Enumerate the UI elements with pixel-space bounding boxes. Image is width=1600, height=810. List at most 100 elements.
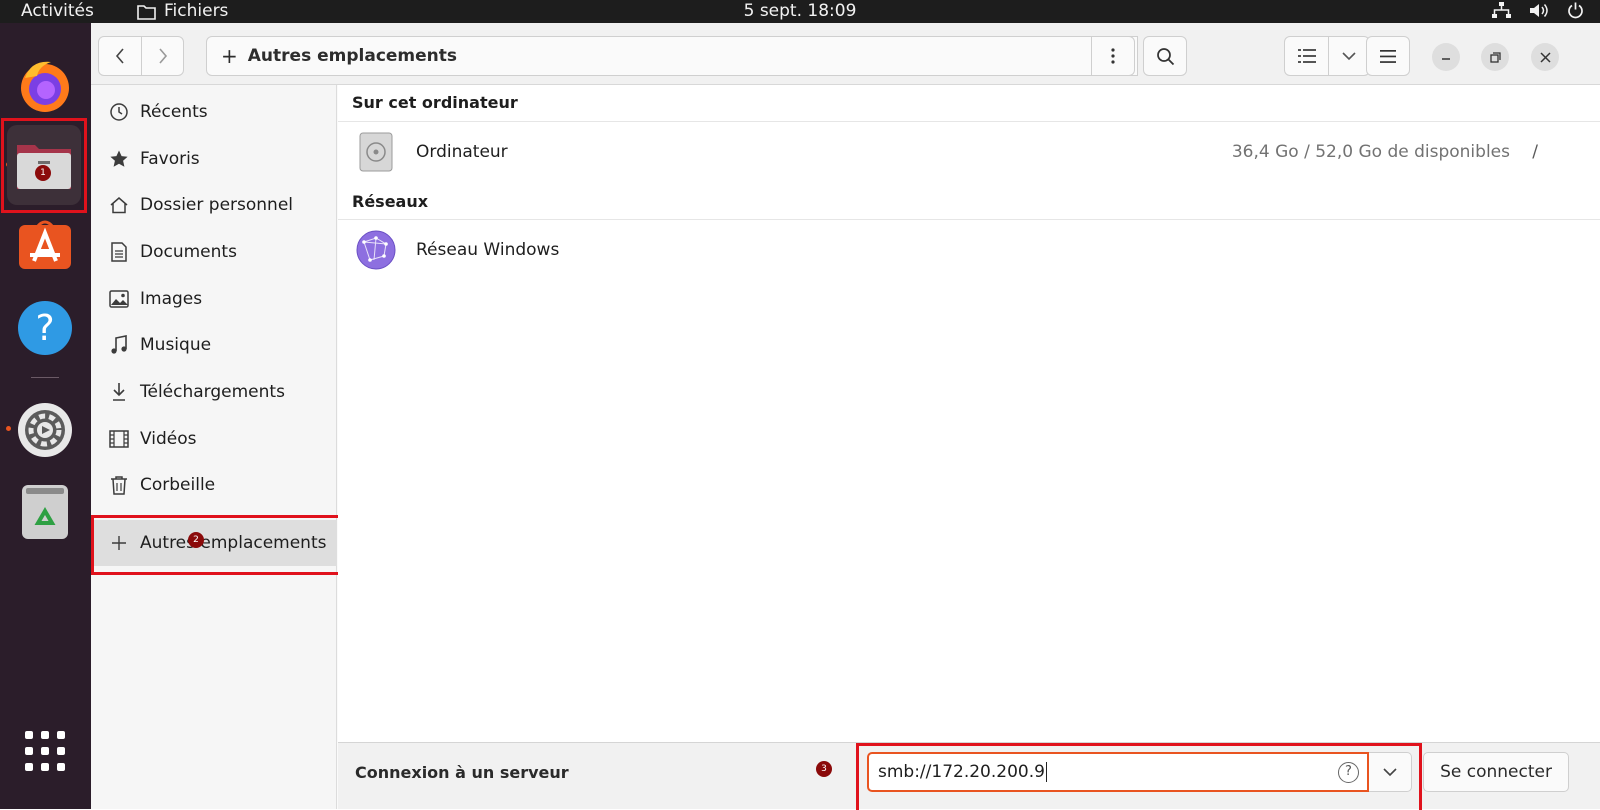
- image-icon: [109, 290, 129, 308]
- sidebar-item-recents[interactable]: Récents: [91, 89, 337, 135]
- server-address-input[interactable]: smb://172.20.200.9 ?: [867, 752, 1369, 792]
- firefox-icon: [21, 61, 69, 112]
- sidebar-item-label: Corbeille: [140, 475, 216, 495]
- kebab-menu-icon: [1111, 48, 1115, 64]
- path-label: Autres emplacements: [247, 46, 458, 66]
- trash-icon: [22, 485, 68, 539]
- forward-button[interactable]: [141, 36, 184, 76]
- chevron-right-icon: [158, 48, 167, 64]
- sidebar-item-label: Téléchargements: [140, 382, 285, 402]
- help-icon: ?: [18, 301, 72, 355]
- sidebar-item-label: Images: [140, 289, 203, 309]
- app-name: Fichiers: [164, 1, 229, 21]
- server-address-value: smb://172.20.200.9: [878, 762, 1045, 782]
- clock[interactable]: 5 sept. 18:09: [744, 1, 857, 21]
- sidebar-item-label: Vidéos: [140, 429, 197, 449]
- view-options-button[interactable]: [1328, 36, 1370, 76]
- list-view-icon: [1297, 49, 1316, 63]
- search-button[interactable]: [1143, 36, 1187, 76]
- location-computer[interactable]: Ordinateur 36,4 Go / 52,0 Go de disponib…: [338, 121, 1600, 183]
- help-launcher[interactable]: ?: [14, 297, 76, 359]
- annotation-badge-3: 3: [816, 761, 832, 777]
- svg-text:?: ?: [35, 308, 54, 349]
- firefox-launcher[interactable]: [14, 55, 76, 117]
- sidebar: Récents Favoris Dossier personnel Docume…: [91, 85, 342, 809]
- path-menu-button[interactable]: [1091, 36, 1135, 76]
- top-bar: Activités Fichiers 5 sept. 18:09: [0, 0, 1600, 23]
- header-bar: + Autres emplacements: [91, 23, 1600, 85]
- star-icon: [110, 150, 128, 167]
- main-menu-button[interactable]: [1366, 36, 1410, 76]
- sidebar-item-trash[interactable]: Corbeille: [91, 462, 337, 508]
- settings-running-indicator: [6, 426, 11, 431]
- hamburger-icon: [1380, 49, 1396, 63]
- sidebar-item-label: Favoris: [140, 149, 200, 169]
- music-icon: [111, 335, 127, 354]
- highlight-other-locations: [91, 515, 342, 575]
- close-icon: [1539, 51, 1551, 63]
- sidebar-item-videos[interactable]: Vidéos: [91, 416, 337, 462]
- main-content: Sur cet ordinateur Ordinateur 36,4 Go / …: [338, 85, 1600, 742]
- trash-icon: [111, 476, 127, 495]
- download-icon: [113, 383, 125, 401]
- sidebar-item-downloads[interactable]: Téléchargements: [91, 369, 337, 415]
- close-button[interactable]: [1531, 43, 1559, 71]
- connect-to-server-label: Connexion à un serveur: [355, 763, 569, 782]
- power-icon[interactable]: [1567, 2, 1584, 19]
- trash-launcher[interactable]: [14, 481, 76, 543]
- help-icon[interactable]: ?: [1338, 762, 1359, 783]
- annotation-badge-2: 2: [188, 532, 204, 548]
- video-icon: [109, 430, 129, 448]
- chevron-down-icon: [1342, 51, 1356, 60]
- show-apps-button[interactable]: [14, 720, 76, 782]
- location-name: Ordinateur: [416, 142, 508, 162]
- disk-space: 36,4 Go / 52,0 Go de disponibles: [1231, 142, 1510, 162]
- settings-launcher[interactable]: [14, 399, 76, 461]
- dock: 1 ?: [0, 23, 91, 809]
- dock-separator: [31, 377, 59, 378]
- app-grid-icon: [25, 731, 65, 771]
- annotation-badge-1: 1: [35, 165, 51, 181]
- path-bar[interactable]: + Autres emplacements: [206, 36, 1138, 76]
- hard-drive-icon: [359, 132, 393, 172]
- document-icon: [111, 242, 127, 262]
- location-name: Réseau Windows: [416, 240, 560, 260]
- connect-to-server-bar: Connexion à un serveur 3 smb://172.20.20…: [338, 742, 1600, 810]
- list-view-button[interactable]: [1284, 36, 1329, 76]
- sidebar-item-label: Musique: [140, 335, 212, 355]
- activities-button[interactable]: Activités: [21, 0, 94, 23]
- files-launcher[interactable]: 1: [7, 125, 81, 205]
- app-center-launcher[interactable]: [14, 214, 76, 276]
- sidebar-item-home[interactable]: Dossier personnel: [91, 182, 337, 228]
- restore-icon: [1489, 51, 1501, 63]
- minimize-button[interactable]: [1432, 43, 1460, 71]
- sidebar-item-images[interactable]: Images: [91, 276, 337, 322]
- volume-icon[interactable]: [1529, 2, 1549, 19]
- app-menu[interactable]: Fichiers: [137, 0, 228, 23]
- settings-icon: [18, 403, 72, 457]
- clock-icon: [110, 103, 128, 121]
- connect-button[interactable]: Se connecter: [1423, 752, 1569, 792]
- sidebar-item-music[interactable]: Musique: [91, 322, 337, 368]
- network-globe-icon: [356, 230, 396, 270]
- sidebar-item-documents[interactable]: Documents: [91, 229, 337, 275]
- section-title-computer: Sur cet ordinateur: [352, 93, 518, 112]
- network-icon[interactable]: [1492, 2, 1511, 19]
- sidebar-item-label: Récents: [140, 102, 208, 122]
- search-icon: [1156, 47, 1174, 65]
- location-windows-network[interactable]: Réseau Windows: [338, 219, 1600, 281]
- mount-point: /: [1532, 142, 1538, 162]
- app-center-icon: [19, 220, 71, 269]
- recent-servers-dropdown[interactable]: [1369, 752, 1412, 792]
- folder-icon: [137, 5, 156, 20]
- sidebar-item-label: Documents: [140, 242, 237, 262]
- maximize-button[interactable]: [1481, 43, 1509, 71]
- home-icon: [110, 197, 128, 214]
- chevron-left-icon: [115, 48, 124, 64]
- sidebar-item-favorites[interactable]: Favoris: [91, 136, 337, 182]
- text-cursor: [1045, 762, 1047, 782]
- chevron-down-icon: [1383, 767, 1397, 776]
- back-button[interactable]: [98, 36, 142, 76]
- minimize-icon: [1442, 58, 1450, 60]
- system-tray[interactable]: [1492, 2, 1584, 19]
